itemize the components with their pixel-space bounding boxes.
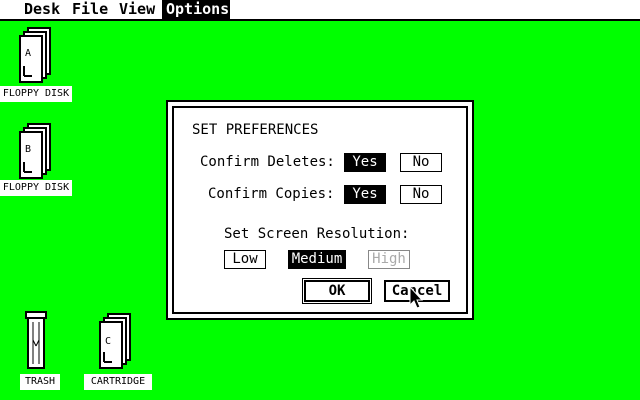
menu-desk[interactable]: Desk [20, 0, 64, 19]
trash-icon [25, 311, 47, 369]
menu-file[interactable]: File [68, 0, 112, 19]
icon-label: FLOPPY DISK [0, 86, 72, 102]
icon-label: FLOPPY DISK [0, 180, 72, 196]
arrow-pointer-icon [409, 286, 423, 309]
set-preferences-dialog: SET PREFERENCES Confirm Deletes: Yes No … [166, 100, 474, 320]
confirm-copies-label: Confirm Copies: [208, 186, 335, 202]
confirm-deletes-yes-button[interactable]: Yes [344, 153, 386, 172]
floppy-disk-icon: A [19, 27, 51, 83]
resolution-high-button: High [368, 250, 410, 269]
confirm-copies-yes-button[interactable]: Yes [344, 185, 386, 204]
confirm-copies-no-button[interactable]: No [400, 185, 442, 204]
cartridge-icon: C [99, 313, 131, 369]
menu-options[interactable]: Options [162, 0, 230, 19]
svg-text:C: C [105, 336, 111, 347]
desktop-icon-trash[interactable]: TRASH [16, 310, 72, 392]
svg-text:B: B [25, 144, 31, 155]
resolution-medium-button[interactable]: Medium [288, 250, 346, 269]
icon-label: CARTRIDGE [84, 374, 152, 390]
menu-bar: Desk File View Options [0, 0, 640, 21]
ok-button[interactable]: OK [302, 278, 372, 304]
menu-view[interactable]: View [115, 0, 159, 19]
dialog-title: SET PREFERENCES [192, 122, 319, 138]
icon-label: TRASH [20, 374, 60, 390]
confirm-deletes-label: Confirm Deletes: [200, 154, 335, 170]
svg-text:A: A [25, 48, 31, 59]
desktop-icon-floppy-a[interactable]: A FLOPPY DISK [0, 24, 72, 106]
floppy-disk-icon: B [19, 123, 51, 179]
desktop-icon-cartridge[interactable]: C CARTRIDGE [84, 310, 152, 392]
resolution-label: Set Screen Resolution: [224, 226, 410, 242]
resolution-low-button[interactable]: Low [224, 250, 266, 269]
desktop-icon-floppy-b[interactable]: B FLOPPY DISK [0, 120, 72, 202]
confirm-deletes-no-button[interactable]: No [400, 153, 442, 172]
